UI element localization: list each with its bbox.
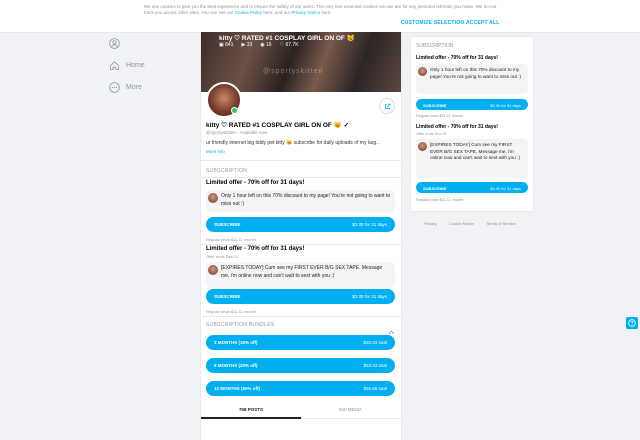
stat-value: 67.7K	[285, 42, 299, 48]
bundle-12-months-button[interactable]: 12 MONTHS (50% off) $66.66 total	[206, 381, 395, 396]
customize-selection-button[interactable]: CUSTOMIZE SELECTION	[401, 20, 464, 26]
cover-watermark: @sportyskitten	[263, 68, 324, 75]
avatar	[418, 67, 427, 76]
subscribe-label: SUBSCRIBE	[214, 294, 241, 299]
divider	[201, 244, 401, 245]
regular-price: Regular price $11.11 /month	[206, 309, 256, 314]
subscribe-button[interactable]: SUBSCRIBE $3.30 for 31 days	[206, 217, 395, 232]
bundle-price: $28.33 total	[363, 340, 387, 345]
cookie-banner: We use cookies to give you the best expe…	[0, 0, 640, 33]
bundle-price: $66.66 total	[363, 386, 387, 391]
regular-price: Regular price $11.11 /month	[206, 237, 256, 242]
stat-value: 16	[266, 42, 272, 48]
offer-ends: Offer ends Dec 21	[416, 132, 447, 136]
cookie-notice-link[interactable]: Cookie Notice	[449, 221, 474, 226]
profile-main-column: kitty ♡ RATED #1 COSPLAY GIRL ON OF 😼 ▣ …	[200, 32, 402, 440]
stat-value: 841	[225, 42, 234, 48]
subscribe-button[interactable]: SUBSCRIBE $3.30 for 31 days	[416, 182, 528, 193]
offer-message: Only 1 hour left on this 70% discount to…	[206, 190, 395, 212]
subscribe-price: $3.30 for 31 days	[352, 222, 387, 227]
avatar	[418, 142, 427, 151]
profile-name: kitty ♡ RATED #1 COSPLAY GIRL ON OF 😼 ✓	[206, 122, 350, 129]
help-button[interactable]	[626, 317, 638, 329]
sidebar-item-more[interactable]: More	[100, 78, 190, 96]
subscribe-label: SUBSCRIBE	[214, 222, 241, 227]
sidebar-item-label: Home	[126, 61, 145, 69]
stat-videos: ▶ 33	[241, 42, 253, 48]
sidebar: Home More	[100, 34, 190, 100]
active-tab-indicator	[201, 417, 301, 419]
bundle-6-months-button[interactable]: 6 MONTHS (20% off) $53.33 total	[206, 358, 395, 373]
privacy-link[interactable]: Privacy	[424, 221, 437, 226]
tab-media[interactable]: 840 MEDIA	[339, 407, 362, 412]
bundle-label: 12 MONTHS (50% off)	[214, 386, 261, 391]
tab-posts[interactable]: 758 POSTS	[239, 407, 263, 412]
offer-title: Limited offer - 70% off for 31 days!	[416, 124, 498, 130]
offer-title: Limited offer - 70% off for 31 days!	[416, 55, 498, 61]
stat-streams: ◉ 16	[260, 42, 272, 48]
subscribe-label: SUBSCRIBE	[423, 185, 447, 191]
subscribe-label: SUBSCRIBE	[423, 102, 447, 108]
online-status-dot	[231, 107, 238, 114]
offer-title: Limited offer - 70% off for 31 days!	[206, 246, 305, 252]
offer-title: Limited offer - 70% off for 31 days!	[206, 180, 305, 186]
bundle-label: 3 MONTHS (15% off)	[214, 340, 258, 345]
cookie-text-part: here, and our	[262, 10, 292, 15]
offer-message-text: Only 1 hour left on this 70% discount to…	[221, 193, 391, 207]
cookie-text-part: here.	[320, 10, 332, 15]
subscribe-price: $3.30 for 31 days	[490, 102, 521, 108]
share-button[interactable]	[379, 98, 395, 114]
bundle-3-months-button[interactable]: 3 MONTHS (15% off) $28.33 total	[206, 335, 395, 350]
terms-link[interactable]: Terms of Service	[486, 221, 516, 226]
profile-handle: @sportyskitten · Available now	[206, 130, 268, 135]
help-icon	[628, 314, 636, 332]
regular-price: Regular price $11.11 /month	[416, 198, 464, 202]
avatar	[208, 193, 218, 203]
sidebar-item-profile[interactable]	[100, 34, 190, 52]
stat-likes: ♡ 67.7K	[279, 42, 299, 48]
cover-title: kitty ♡ RATED #1 COSPLAY GIRL ON OF 😼	[219, 35, 355, 42]
offer-message: [EXPIRES TODAY] Cum see my FIRST EVER B/…	[206, 262, 395, 288]
cover-stats: ▣ 841 ▶ 33 ◉ 16 ♡ 67.7K	[219, 42, 299, 48]
privacy-notice-link[interactable]: Privacy Notice	[291, 10, 320, 15]
footer-separator: ·	[479, 221, 481, 226]
stat-value: 33	[246, 42, 253, 48]
stat-photos: ▣ 841	[219, 42, 234, 48]
user-icon	[108, 37, 120, 49]
subscription-label: SUBSCRIPTION	[206, 168, 248, 174]
more-info-link[interactable]: More info	[206, 149, 225, 154]
divider	[201, 316, 401, 317]
home-icon	[108, 59, 120, 71]
accept-all-button[interactable]: ACCEPT ALL	[466, 20, 499, 26]
subscribe-button[interactable]: SUBSCRIBE $3.30 for 31 days	[206, 289, 395, 304]
subscription-side-panel: SUBSCRIPTION Limited offer - 70% off for…	[410, 36, 534, 212]
footer-separator: ·	[443, 221, 445, 226]
sidebar-item-label: More	[126, 83, 142, 91]
offer-message: Only 1 hour left on this 70% discount to…	[416, 64, 528, 94]
profile-bio: ur friendly internet big tiddy pet kitty…	[206, 140, 379, 146]
subscribe-price: $3.30 for 31 days	[352, 294, 387, 299]
bundles-label: SUBSCRIPTION BUNDLES	[206, 322, 275, 328]
divider	[201, 177, 401, 178]
bundle-label: 6 MONTHS (20% off)	[214, 363, 258, 368]
offer-message-text: [EXPIRES TODAY] Cum see my FIRST EVER B/…	[430, 142, 521, 161]
offer-ends: Offer ends Dec 21	[206, 254, 239, 259]
content-tabs: 758 POSTS 840 MEDIA	[201, 404, 401, 419]
subscription-bundles-header[interactable]: SUBSCRIPTION BUNDLES	[201, 322, 401, 335]
subscription-label: SUBSCRIPTION	[416, 43, 454, 49]
sidebar-item-home[interactable]: Home	[100, 56, 190, 74]
divider	[201, 160, 401, 161]
offer-message: [EXPIRES TODAY] Cum see my FIRST EVER B/…	[416, 139, 528, 177]
offer-message-text: [EXPIRES TODAY] Cum see my FIRST EVER B/…	[221, 265, 383, 279]
avatar	[208, 265, 218, 275]
cookie-notice-text: We use cookies to give you the best expe…	[144, 4, 504, 16]
bundle-price: $53.33 total	[363, 363, 387, 368]
subscribe-button[interactable]: SUBSCRIBE $3.30 for 31 days	[416, 99, 528, 110]
subscribe-price: $3.30 for 31 days	[490, 185, 521, 191]
regular-price: Regular price $11.11 /month	[416, 114, 464, 118]
share-icon	[384, 97, 391, 115]
offer-message-text: Only 1 hour left on this 70% discount to…	[430, 67, 522, 79]
more-icon	[108, 81, 120, 93]
cookie-policy-link[interactable]: Cookie Policy	[235, 10, 262, 15]
